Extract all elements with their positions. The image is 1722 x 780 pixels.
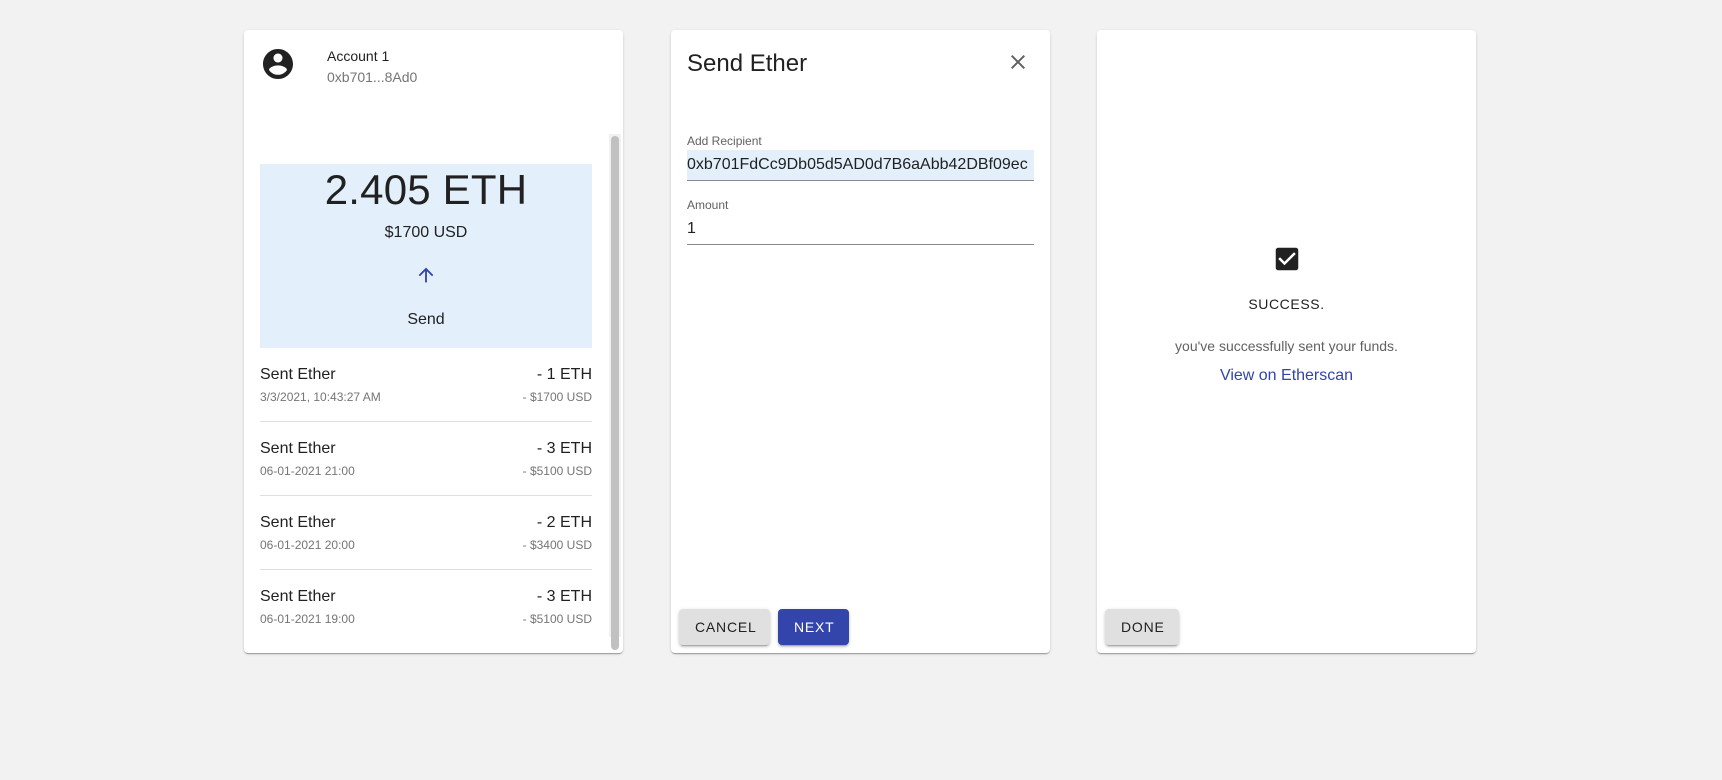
balance-eth: 2.405 ETH [324, 166, 528, 213]
wallet-scroll-area: 2.405 ETH $1700 USD Send Sent Ether 3/3/… [260, 134, 623, 637]
list-item[interactable]: Sent Ether 3/3/2021, 10:43:27 AM - 1 ETH… [260, 348, 592, 422]
tx-amount-eth: - 3 ETH [536, 440, 592, 457]
done-button[interactable]: DONE [1105, 609, 1179, 645]
page-title: Send Ether [687, 50, 808, 77]
list-item[interactable]: Sent Ether 06-01-2021 19:00 - 3 ETH - $5… [260, 570, 592, 637]
tx-amount-eth: - 2 ETH [536, 514, 592, 531]
recipient-field: Add Recipient [687, 134, 1034, 181]
tx-amount-usd: - $5100 USD [522, 612, 592, 626]
success-card: SUCCESS. you've successfully sent your f… [1097, 30, 1476, 653]
account-name: Account 1 [327, 48, 390, 64]
recipient-input[interactable] [687, 150, 1034, 181]
send-button[interactable]: Send [260, 311, 592, 329]
tx-amount-eth: - 3 ETH [536, 588, 592, 605]
amount-label: Amount [687, 198, 729, 212]
amount-input[interactable] [687, 214, 1034, 245]
success-title: SUCCESS. [1248, 296, 1325, 312]
arrow-up-icon[interactable] [415, 264, 437, 286]
balance-panel: 2.405 ETH $1700 USD Send [260, 164, 592, 348]
tx-title: Sent Ether [260, 588, 336, 605]
transaction-list: Sent Ether 3/3/2021, 10:43:27 AM - 1 ETH… [260, 348, 592, 637]
tx-amount-usd: - $1700 USD [522, 390, 592, 404]
tx-date: 3/3/2021, 10:43:27 AM [260, 390, 381, 404]
account-header: Account 1 0xb701...8Ad0 [260, 46, 607, 86]
tx-date: 06-01-2021 21:00 [260, 464, 355, 478]
checkbox-checked-icon [1275, 247, 1299, 271]
scrollbar-thumb[interactable] [611, 136, 619, 650]
scrollbar[interactable] [609, 134, 621, 650]
close-icon[interactable] [1006, 50, 1030, 74]
next-button[interactable]: NEXT [778, 609, 849, 645]
account-address: 0xb701...8Ad0 [327, 69, 418, 85]
tx-date: 06-01-2021 19:00 [260, 612, 355, 626]
send-ether-card: Send Ether Add Recipient Amount CANCEL N… [671, 30, 1050, 653]
tx-amount-eth: - 1 ETH [536, 366, 592, 383]
tx-amount-usd: - $3400 USD [522, 538, 592, 552]
tx-title: Sent Ether [260, 514, 336, 531]
wallet-card: Account 1 0xb701...8Ad0 2.405 ETH $1700 … [244, 30, 623, 653]
tx-title: Sent Ether [260, 366, 336, 383]
recipient-label: Add Recipient [687, 134, 762, 148]
tx-amount-usd: - $5100 USD [522, 464, 592, 478]
tx-date: 06-01-2021 20:00 [260, 538, 355, 552]
view-on-etherscan-link[interactable]: View on Etherscan [1097, 367, 1476, 385]
success-message: you've successfully sent your funds. [1175, 338, 1398, 354]
account-circle-icon [263, 49, 293, 79]
list-item[interactable]: Sent Ether 06-01-2021 21:00 - 3 ETH - $5… [260, 422, 592, 496]
tx-title: Sent Ether [260, 440, 336, 457]
amount-field: Amount [687, 198, 1034, 245]
balance-usd: $1700 USD [384, 224, 468, 241]
cancel-button[interactable]: CANCEL [679, 609, 770, 645]
list-item[interactable]: Sent Ether 06-01-2021 20:00 - 2 ETH - $3… [260, 496, 592, 570]
